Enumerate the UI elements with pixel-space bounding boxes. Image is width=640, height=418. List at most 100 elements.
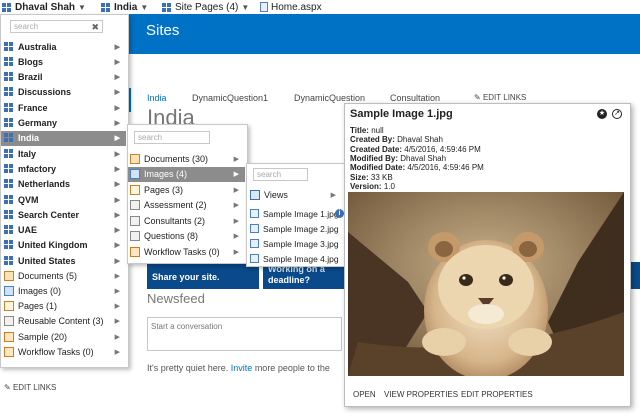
prop-key: Modified By: xyxy=(350,153,398,163)
list-item-pages-1[interactable]: Pages (1) ▶ xyxy=(1,299,126,314)
list-item-sample-20[interactable]: Sample (20) ▶ xyxy=(1,329,126,344)
breadcrumb-file[interactable]: Home.aspx xyxy=(260,0,322,14)
tab-dynamicquestion1[interactable]: DynamicQuestion1 xyxy=(192,93,268,103)
list-icon xyxy=(4,347,14,357)
site-item-uae[interactable]: UAE ▶ xyxy=(1,223,126,238)
breadcrumb-site-label: India xyxy=(114,1,138,13)
list-item-workflow-tasks-0[interactable]: Workflow Tasks (0) ▶ xyxy=(1,345,126,360)
site-item-brazil[interactable]: Brazil ▶ xyxy=(1,70,126,85)
prop-value: 1.0 xyxy=(383,181,395,191)
info-icon[interactable]: i xyxy=(335,209,344,218)
list-item-questions-8[interactable]: Questions (8) ▶ xyxy=(128,229,245,244)
preview-action-view-properties[interactable]: VIEW PROPERTIES xyxy=(384,390,458,399)
file-item-sample-image-4-jpg[interactable]: Sample Image 4.jpg xyxy=(248,251,342,266)
site-icon xyxy=(4,240,14,250)
site-item-netherlands[interactable]: Netherlands ▶ xyxy=(1,177,126,192)
site-item-qvm[interactable]: QVM ▶ xyxy=(1,192,126,207)
tile-deadline-line2: deadline? xyxy=(268,275,311,285)
images-search-input[interactable]: search xyxy=(253,168,308,181)
list-item-label: Workflow Tasks (0) xyxy=(144,246,220,257)
site-item-label: France xyxy=(18,102,48,113)
header-title[interactable]: Sites xyxy=(146,22,179,39)
conversation-placeholder: Start a conversation xyxy=(151,322,223,331)
preview-prop-title: Title: null xyxy=(350,126,384,135)
file-item-label: Sample Image 1.jpg xyxy=(263,208,339,219)
star-icon[interactable]: ★ xyxy=(597,109,607,119)
sites-search-input[interactable]: search ✖ xyxy=(10,20,103,33)
external-link-icon[interactable]: ↗ xyxy=(612,109,622,119)
file-item-sample-image-3-jpg[interactable]: Sample Image 3.jpg xyxy=(248,236,342,251)
site-icon xyxy=(4,194,14,205)
chevron-right-icon: ▶ xyxy=(114,181,120,189)
tab-dynamicquestion[interactable]: DynamicQuestion xyxy=(294,93,365,103)
list-icon xyxy=(130,184,140,195)
preview-prop-modified-date: Modified Date: 4/5/2016, 4:59:46 PM xyxy=(350,163,484,172)
list-item-pages-3[interactable]: Pages (3) ▶ xyxy=(128,182,245,197)
list-item-documents-5[interactable]: Documents (5) ▶ xyxy=(1,268,126,283)
chevron-right-icon: ▶ xyxy=(114,318,120,326)
site-item-india[interactable]: India ▶ xyxy=(1,130,126,146)
views-item[interactable]: Views ▶ xyxy=(248,187,342,202)
site-icon xyxy=(4,133,14,143)
list-icon xyxy=(130,153,140,164)
chevron-right-icon: ▶ xyxy=(330,191,336,199)
chevron-right-icon: ▶ xyxy=(114,165,120,173)
edit-links-top[interactable]: ✎ EDIT LINKS xyxy=(474,93,526,102)
list-item-consultants-2[interactable]: Consultants (2) ▶ xyxy=(128,213,245,228)
breadcrumb-site[interactable]: India ▼ xyxy=(101,0,148,14)
site-item-blogs[interactable]: Blogs ▶ xyxy=(1,54,126,69)
site-item-united-states[interactable]: United States ▶ xyxy=(1,253,126,268)
lists-search-input[interactable]: search xyxy=(134,131,210,144)
chevron-right-icon: ▶ xyxy=(114,43,120,51)
prop-value: Dhaval Shah xyxy=(400,153,447,163)
file-item-sample-image-1-jpg[interactable]: Sample Image 1.jpg i xyxy=(248,206,344,221)
file-item-label: Sample Image 3.jpg xyxy=(263,238,339,249)
tile-share[interactable]: Share your site. xyxy=(147,262,259,289)
list-item-images-4[interactable]: Images (4) ▶ xyxy=(128,166,245,182)
site-item-australia[interactable]: Australia ▶ xyxy=(1,39,126,54)
site-item-discussions[interactable]: Discussions ▶ xyxy=(1,85,126,100)
site-item-germany[interactable]: Germany ▶ xyxy=(1,116,126,131)
list-item-assessment-2[interactable]: Assessment (2) ▶ xyxy=(128,198,245,213)
list-icon xyxy=(4,331,14,342)
prop-value: null xyxy=(371,126,384,135)
list-item-label: Images (4) xyxy=(144,169,188,179)
list-item-documents-30[interactable]: Documents (30) ▶ xyxy=(128,151,245,166)
site-item-mfactory[interactable]: mfactory ▶ xyxy=(1,161,126,176)
preview-prop-modified-by: Modified By: Dhaval Shah xyxy=(350,154,446,163)
chevron-down-icon: ▼ xyxy=(78,2,86,12)
file-item-sample-image-2-jpg[interactable]: Sample Image 2.jpg xyxy=(248,221,342,236)
chevron-right-icon: ▶ xyxy=(114,104,120,112)
site-item-label: Brazil xyxy=(18,72,43,83)
tab-india[interactable]: India xyxy=(147,93,167,103)
prop-key: Modified Date: xyxy=(350,163,406,173)
tab-consultation[interactable]: Consultation xyxy=(390,93,440,103)
site-item-italy[interactable]: Italy ▶ xyxy=(1,146,126,161)
chevron-down-icon: ▼ xyxy=(241,2,250,12)
close-icon[interactable]: ✖ xyxy=(91,21,99,33)
list-item-label: Workflow Tasks (0) xyxy=(18,347,94,357)
edit-links-bottom[interactable]: ✎ EDIT LINKS xyxy=(4,383,56,392)
list-item-reusable-content-3[interactable]: Reusable Content (3) ▶ xyxy=(1,314,126,329)
preview-action-open[interactable]: OPEN xyxy=(353,390,376,399)
chevron-right-icon: ▶ xyxy=(233,233,239,240)
site-icon xyxy=(4,87,14,97)
chevron-right-icon: ▶ xyxy=(114,196,120,204)
site-item-label: Search Center xyxy=(18,209,80,220)
chevron-right-icon: ▶ xyxy=(233,186,239,194)
pencil-icon: ✎ xyxy=(4,383,11,392)
preview-action-edit-properties[interactable]: EDIT PROPERTIES xyxy=(461,390,533,399)
site-item-france[interactable]: France ▶ xyxy=(1,100,126,115)
breadcrumb-user[interactable]: Dhaval Shah ▼ xyxy=(2,0,86,14)
prop-key: Version: xyxy=(350,181,382,191)
preview-image[interactable] xyxy=(348,192,624,376)
breadcrumb-pages-label: Site Pages (4) xyxy=(175,1,239,13)
site-item-united-kingdom[interactable]: United Kingdom ▶ xyxy=(1,238,126,253)
chevron-right-icon: ▶ xyxy=(114,242,120,250)
invite-link[interactable]: Invite xyxy=(231,363,253,373)
list-item-workflow-tasks-0[interactable]: Workflow Tasks (0) ▶ xyxy=(128,244,245,259)
site-item-label: United States xyxy=(18,255,76,266)
site-item-search-center[interactable]: Search Center ▶ xyxy=(1,207,126,222)
breadcrumb-pages[interactable]: Site Pages (4) ▼ xyxy=(162,0,249,14)
list-item-images-0[interactable]: Images (0) ▶ xyxy=(1,283,126,298)
